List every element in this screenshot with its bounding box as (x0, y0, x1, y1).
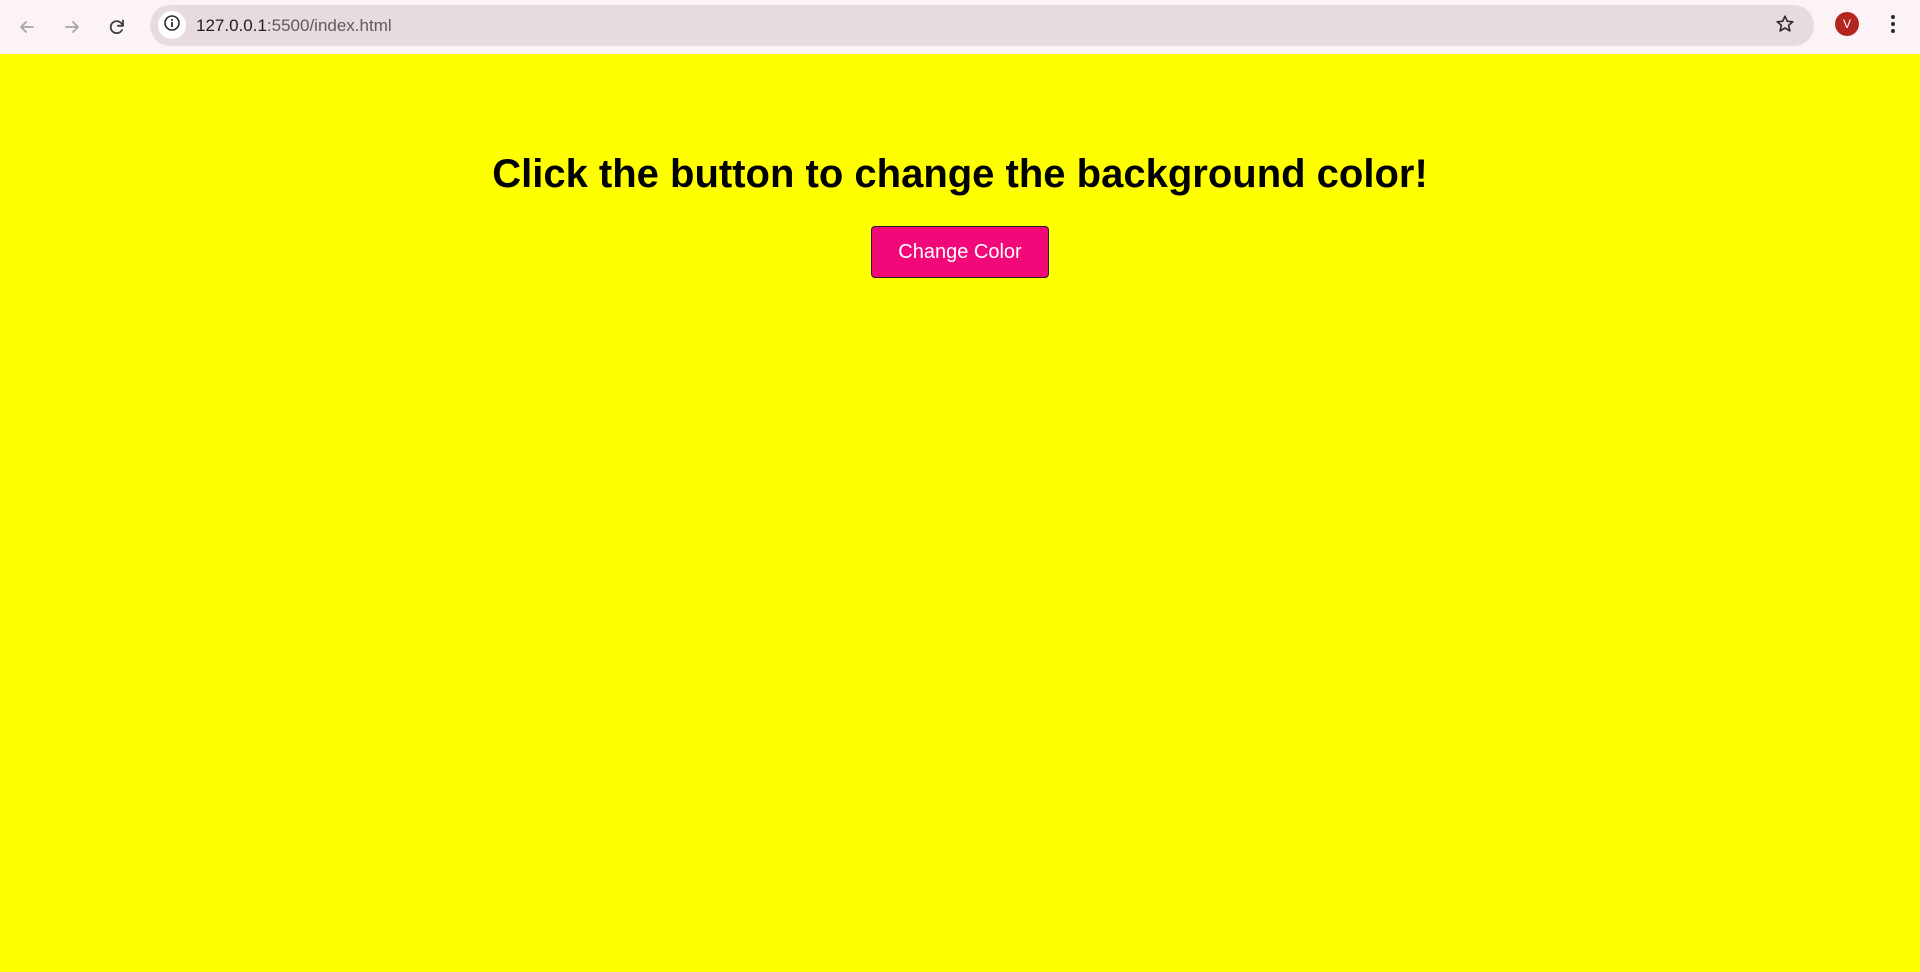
kebab-menu-icon (1890, 14, 1896, 39)
profile-avatar[interactable]: V (1835, 12, 1859, 36)
page-viewport: Click the button to change the backgroun… (0, 54, 1920, 972)
reload-icon (107, 17, 127, 37)
arrow-right-icon (62, 17, 82, 37)
change-color-button[interactable]: Change Color (871, 226, 1049, 278)
page-heading: Click the button to change the backgroun… (492, 152, 1428, 196)
forward-button[interactable] (52, 7, 92, 47)
browser-menu-button[interactable] (1878, 8, 1908, 44)
bookmark-button[interactable] (1770, 11, 1800, 41)
reload-button[interactable] (97, 7, 137, 47)
url-path: :5500/index.html (266, 16, 392, 35)
arrow-left-icon (17, 17, 37, 37)
site-info-button[interactable] (158, 11, 186, 39)
url-text[interactable]: 127.0.0.1:5500/index.html (196, 5, 392, 46)
url-host: 127.0.0.1 (196, 16, 267, 35)
back-button[interactable] (7, 7, 47, 47)
info-icon (163, 14, 181, 37)
star-icon (1775, 14, 1795, 39)
address-bar[interactable]: 127.0.0.1:5500/index.html (150, 5, 1814, 46)
browser-toolbar: 127.0.0.1:5500/index.html V (0, 0, 1920, 54)
